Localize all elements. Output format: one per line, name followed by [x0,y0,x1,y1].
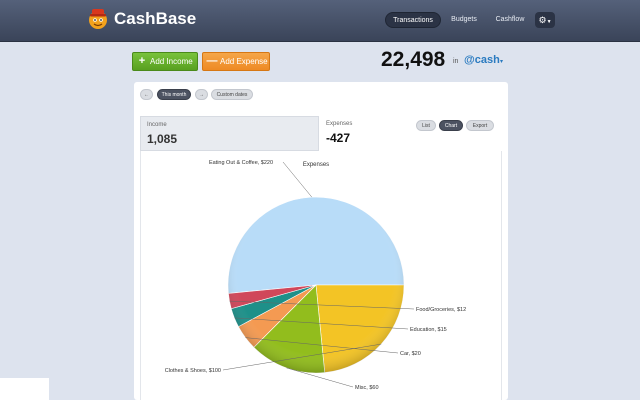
export-button[interactable]: Export [466,120,494,131]
income-summary[interactable]: Income 1,085 [140,116,319,151]
app-name[interactable]: CashBase [114,9,196,29]
income-label: Income [147,122,167,128]
pie-label: Car, $20 [400,351,421,357]
chart-area: Expenses Eating Out & Coffee, $220 Clothe… [140,151,502,400]
pie-label: Eating Out & Coffee, $220 [209,160,273,166]
account-selector[interactable]: @cash [464,54,500,66]
add-income-button[interactable]: + Add Income [132,52,198,71]
pie-label: Misc, $60 [355,385,379,391]
add-expense-button[interactable]: — Add Expense [202,52,270,71]
expenses-pie-chart: Expenses Eating Out & Coffee, $220 Clothe… [165,160,466,391]
plus-icon: + [138,55,146,67]
expense-value: -427 [326,131,351,145]
balance-in-label: in [453,58,459,65]
nav-cashflow[interactable]: Cashflow [490,12,530,28]
chevron-down-icon[interactable]: ▾ [500,58,503,65]
add-expense-label: Add Expense [220,57,268,66]
balance-amount: 22,498 [381,48,446,71]
custom-dates-button[interactable]: Custom dates [211,89,253,100]
top-bar: CashBase Transactions Budgets Cashflow ⚙… [0,0,640,42]
pie-label: Food/Groceries, $12 [416,307,466,313]
view-list-button[interactable]: List [416,120,436,131]
nav-transactions[interactable]: Transactions [385,12,441,28]
pie-label: Education, $15 [410,327,447,333]
pie-shading [228,197,404,373]
transactions-panel: ← This month → Custom dates Income 1,085… [134,82,508,400]
expense-label: Expenses [326,121,353,127]
view-chart-button[interactable]: Chart [439,120,463,131]
cashbase-logo[interactable] [86,6,110,32]
expense-summary[interactable]: Expenses -427 List Chart Export [320,116,502,151]
this-month-button[interactable]: This month [157,89,191,100]
pie-label: Clothes & Shoes, $100 [165,368,221,374]
prev-period-button[interactable]: ← [140,89,153,100]
gear-icon: ⚙ [538,15,547,25]
add-income-label: Add Income [150,57,193,66]
next-period-button[interactable]: → [195,89,208,100]
settings-button[interactable]: ⚙▼ [535,12,555,28]
income-value: 1,085 [147,132,178,146]
minus-icon: — [206,55,218,67]
chart-title: Expenses [303,162,329,168]
corner-panel [0,378,49,400]
nav-budgets[interactable]: Budgets [447,12,481,28]
chevron-down-icon: ▼ [546,19,552,25]
